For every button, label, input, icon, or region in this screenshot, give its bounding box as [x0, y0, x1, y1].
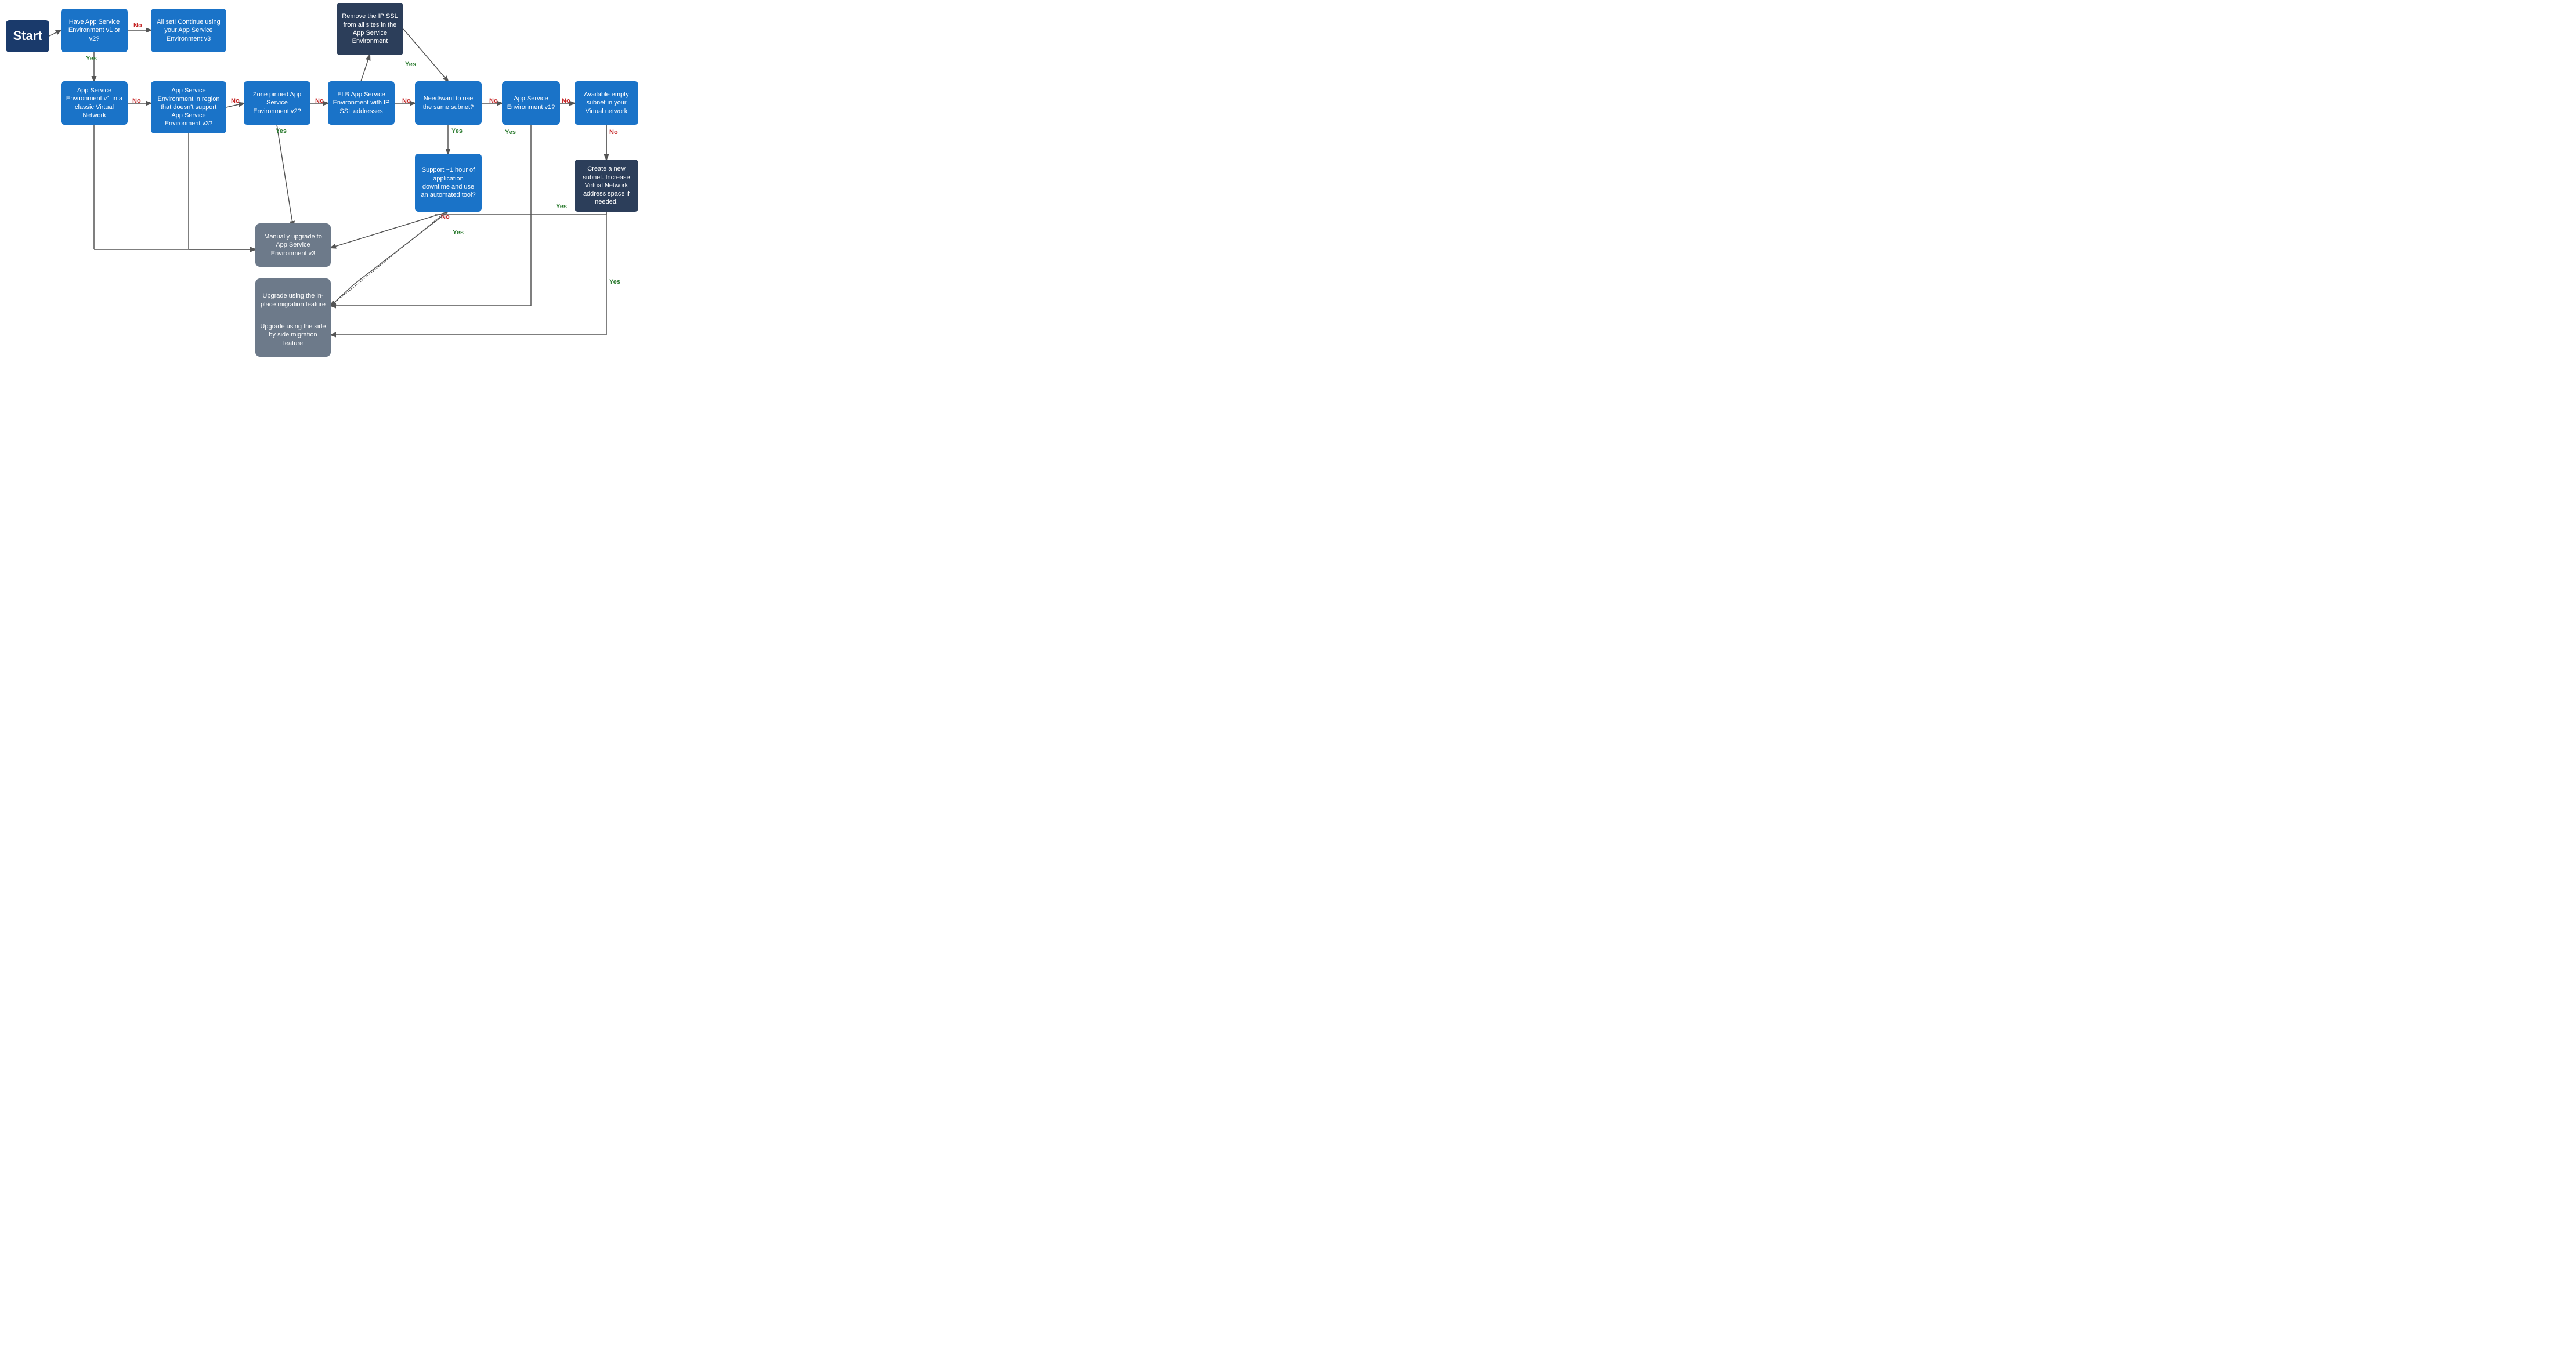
manually-upgrade-node: Manually upgrade to App Service Environm…	[255, 223, 331, 267]
ase-v1-node: App Service Environment v1?	[502, 81, 560, 125]
remove-ip-label: Remove the IP SSL from all sites in the …	[341, 12, 399, 45]
flowchart-diagram: Start Have App Service Environment v1 or…	[0, 0, 644, 348]
all-set-node: All set! Continue using your App Service…	[151, 9, 226, 52]
manually-upgrade-label: Manually upgrade to App Service Environm…	[260, 233, 326, 258]
have-ase-yes-label: Yes	[86, 55, 97, 62]
have-ase-label: Have App Service Environment v1 or v2?	[66, 18, 123, 43]
ase-region-label: App Service Environment in region that d…	[156, 86, 222, 128]
downtime-no-label: No	[441, 214, 450, 220]
start-node: Start	[6, 20, 49, 52]
all-set-label: All set! Continue using your App Service…	[156, 18, 222, 43]
same-subnet-no-label: No	[489, 97, 498, 104]
create-subnet-label: Create a new subnet. Increase Virtual Ne…	[579, 165, 634, 206]
ase-v1-classic-label: App Service Environment v1 in a classic …	[66, 86, 123, 120]
same-subnet-yes-label: Yes	[451, 128, 463, 135]
elb-ase-label: ELB App Service Environment with IP SSL …	[333, 91, 390, 115]
remove-yes-label: Yes	[405, 61, 416, 68]
elb-ase-node: ELB App Service Environment with IP SSL …	[328, 81, 395, 125]
upgrade-sidebyside-node: Upgrade using the side by side migration…	[255, 313, 331, 357]
have-ase-no-label: No	[133, 22, 142, 29]
zone-no-label: No	[315, 97, 324, 104]
need-same-subnet-label: Need/want to use the same subnet?	[420, 95, 477, 111]
support-downtime-node: Support ~1 hour of application downtime …	[415, 154, 482, 212]
ase-v1-yes-label: Yes	[505, 129, 516, 136]
have-ase-node: Have App Service Environment v1 or v2?	[61, 9, 128, 52]
create-subnet-node: Create a new subnet. Increase Virtual Ne…	[575, 160, 638, 212]
ase-region-no-label: No	[231, 97, 240, 104]
ase-v1-no-label: No	[562, 97, 570, 104]
ase-v1-label: App Service Environment v1?	[507, 95, 555, 111]
subnet-available-yes-label: Yes	[556, 203, 567, 210]
available-subnet-no-label: No	[609, 129, 618, 136]
elb-no-label: No	[402, 97, 411, 104]
zone-yes-label: Yes	[276, 128, 287, 135]
available-subnet-label: Available empty subnet in your Virtual n…	[579, 91, 634, 115]
start-label: Start	[13, 28, 42, 45]
zone-pinned-label: Zone pinned App Service Environment v2?	[248, 91, 306, 115]
support-downtime-label: Support ~1 hour of application downtime …	[420, 166, 477, 199]
upgrade-inplace-label: Upgrade using the in-place migration fea…	[260, 292, 326, 309]
need-same-subnet-node: Need/want to use the same subnet?	[415, 81, 482, 125]
zone-pinned-node: Zone pinned App Service Environment v2?	[244, 81, 310, 125]
ase-v1-classic-node: App Service Environment v1 in a classic …	[61, 81, 128, 125]
remove-ip-node: Remove the IP SSL from all sites in the …	[337, 3, 403, 55]
ase-region-node: App Service Environment in region that d…	[151, 81, 226, 133]
available-subnet-node: Available empty subnet in your Virtual n…	[575, 81, 638, 125]
upgrade-sidebyside-label: Upgrade using the side by side migration…	[260, 323, 326, 348]
ase-v1-classic-no-label: No	[132, 97, 141, 104]
downtime-yes-label: Yes	[453, 229, 464, 236]
create-subnet-yes-label: Yes	[609, 278, 620, 285]
